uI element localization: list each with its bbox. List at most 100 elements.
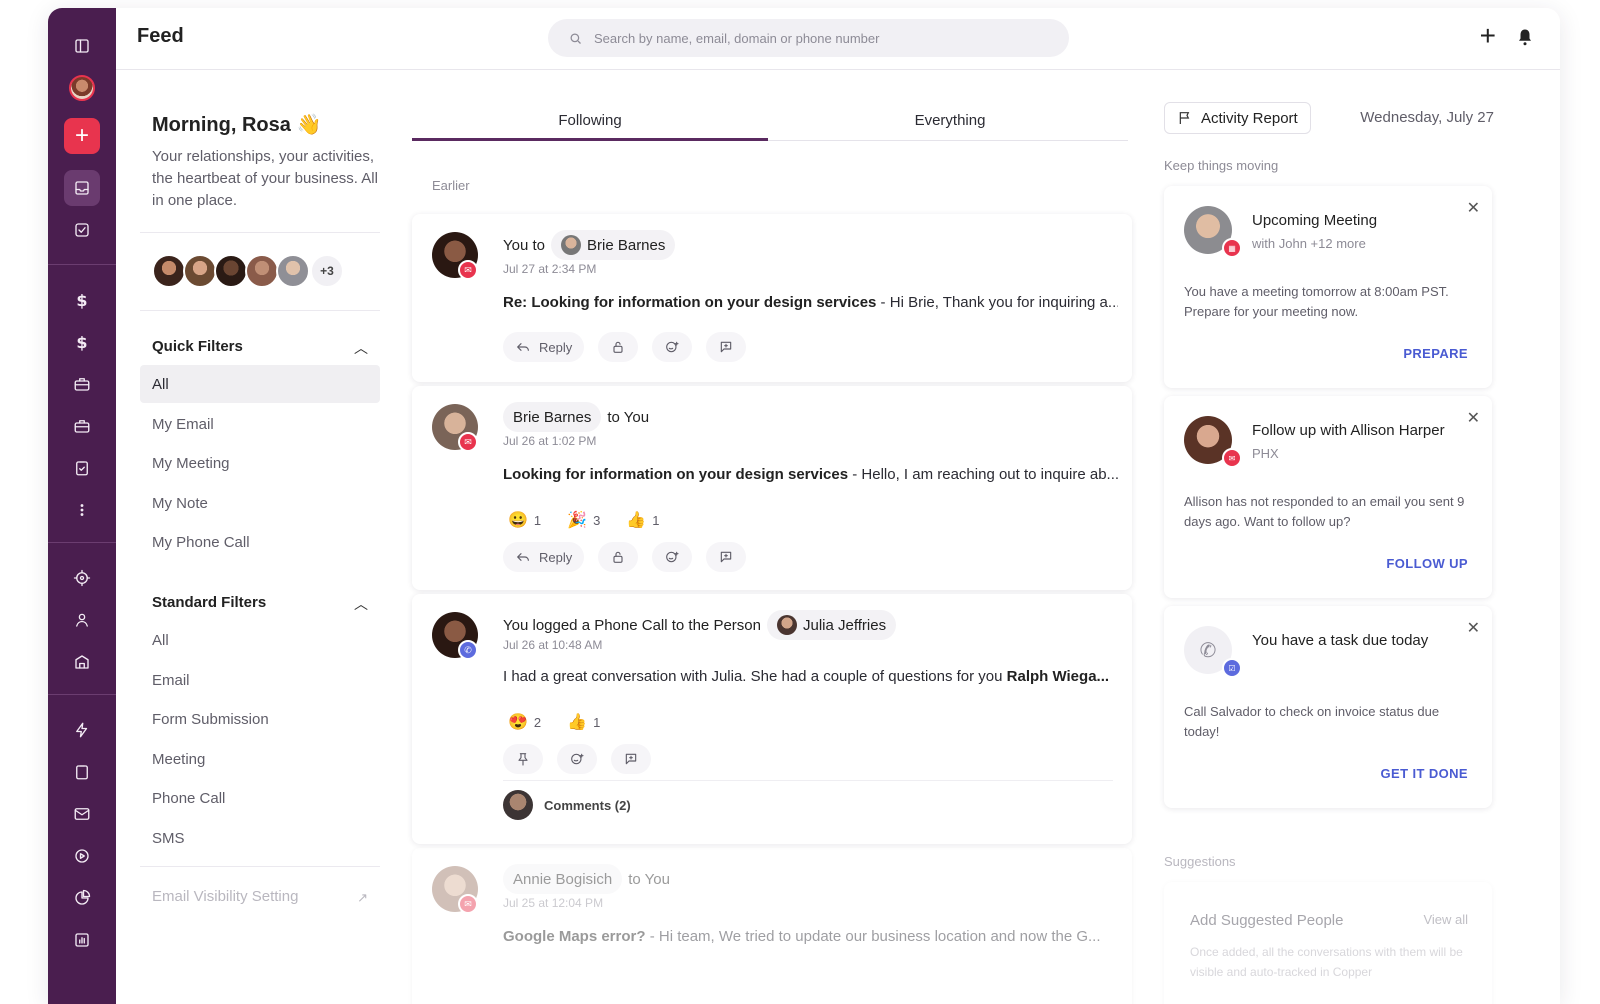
briefcase-icon[interactable] (64, 366, 100, 402)
play-circle-icon[interactable] (64, 838, 100, 874)
clipboard-icon[interactable] (64, 754, 100, 790)
email-badge-icon: ✉ (458, 432, 478, 452)
feed-card-email[interactable]: ✉ Annie Bogisich to You Jul 25 at 12:04 … (412, 848, 1132, 1004)
avatar (245, 254, 279, 288)
quick-filter-my-email[interactable]: My Email (140, 405, 380, 443)
current-date: Wednesday, July 27 (1360, 109, 1494, 126)
briefcase-icon[interactable] (64, 408, 100, 444)
card-subtitle: with John +12 more (1252, 236, 1366, 251)
external-link-icon[interactable]: ↗ (357, 890, 368, 906)
quick-filter-all[interactable]: All (140, 365, 380, 403)
reaction-emoji[interactable]: 👍 (626, 510, 646, 530)
feed-card-email[interactable]: ✉ You to Brie Barnes Jul 27 at 2:34 PM R… (412, 214, 1132, 382)
close-icon[interactable]: ✕ (1467, 408, 1480, 428)
call-note[interactable]: I had a great conversation with Julia. S… (503, 668, 1118, 685)
search-input[interactable]: Search by name, email, domain or phone n… (548, 19, 1069, 57)
close-icon[interactable]: ✕ (1467, 618, 1480, 638)
prepare-button[interactable]: PREPARE (1403, 346, 1468, 361)
lock-icon[interactable] (598, 542, 639, 572)
person-chip[interactable]: Brie Barnes (551, 230, 676, 260)
message-preview[interactable]: Google Maps error? - Hi team, We tried t… (503, 928, 1118, 945)
person-icon[interactable] (64, 602, 100, 638)
reaction-emoji[interactable]: 😍 (508, 712, 528, 732)
bar-chart-icon[interactable] (64, 922, 100, 958)
right-panel: Activity Report Wednesday, July 27 Keep … (1164, 70, 1494, 1004)
dollar-icon[interactable]: $ (64, 282, 100, 318)
app-window: + $ $ Feed Search by name, email, domain… (48, 8, 1560, 1004)
avatar (152, 254, 186, 288)
person-chip[interactable]: Brie Barnes (503, 402, 602, 432)
more-avatars-count[interactable]: +3 (310, 254, 344, 288)
activity-report-button[interactable]: Activity Report (1164, 102, 1311, 134)
lightning-icon[interactable] (64, 712, 100, 748)
standard-filter-form-submission[interactable]: Form Submission (140, 700, 380, 738)
standard-filter-sms[interactable]: SMS (140, 819, 380, 857)
standard-filter-email[interactable]: Email (140, 661, 380, 699)
reaction-count: 1 (593, 714, 601, 730)
building-icon[interactable] (64, 644, 100, 680)
quick-filter-my-meeting[interactable]: My Meeting (140, 444, 380, 482)
person-chip[interactable]: Annie Bogisich (503, 864, 623, 894)
tab-following[interactable]: Following (412, 112, 768, 129)
pie-chart-icon[interactable] (64, 880, 100, 916)
email-visibility-setting-link[interactable]: Email Visibility Setting (152, 888, 298, 905)
dollar-icon[interactable]: $ (64, 324, 100, 360)
avatar (183, 254, 217, 288)
standard-filter-meeting[interactable]: Meeting (140, 740, 380, 778)
clipboard-check-icon[interactable] (64, 450, 100, 486)
feed-card-phone-call[interactable]: ✆ You logged a Phone Call to the Person … (412, 594, 1132, 844)
suggestion-card-task: ✆ ☑ You have a task due today ✕ Call Sal… (1164, 606, 1492, 808)
timestamp: Jul 26 at 1:02 PM (503, 434, 597, 448)
add-plus-icon[interactable]: + (1480, 22, 1496, 50)
lock-icon[interactable] (598, 332, 639, 362)
mail-icon[interactable] (64, 796, 100, 832)
message-preview[interactable]: Looking for information on your design s… (503, 466, 1118, 483)
add-comment-icon[interactable] (706, 542, 747, 572)
target-icon[interactable] (64, 560, 100, 596)
quick-filters-title[interactable]: Quick Filters (152, 338, 243, 355)
reaction-emoji[interactable]: 😀 (508, 510, 528, 530)
add-comment-icon[interactable] (611, 744, 651, 774)
user-avatar[interactable] (64, 70, 100, 106)
more-vertical-icon[interactable] (64, 492, 100, 528)
standard-filters-title[interactable]: Standard Filters (152, 594, 266, 611)
create-plus-button[interactable]: + (64, 118, 100, 154)
get-it-done-button[interactable]: GET IT DONE (1381, 766, 1468, 781)
standard-filter-all[interactable]: All (140, 621, 380, 659)
message-preview[interactable]: Re: Looking for information on your desi… (503, 294, 1118, 311)
add-reaction-icon[interactable] (652, 332, 693, 362)
follow-up-button[interactable]: FOLLOW UP (1386, 556, 1468, 571)
card-suffix: to You (628, 870, 670, 888)
chevron-up-icon[interactable]: ︿ (354, 594, 368, 614)
person-chip[interactable]: Julia Jeffries (766, 610, 897, 640)
quick-filter-my-phone-call[interactable]: My Phone Call (140, 523, 380, 561)
reaction-emoji[interactable]: 👍 (567, 712, 587, 732)
chevron-up-icon[interactable]: ︿ (354, 338, 368, 358)
standard-filter-phone-call[interactable]: Phone Call (140, 779, 380, 817)
bell-icon[interactable] (1516, 27, 1534, 47)
view-all-link[interactable]: View all (1423, 912, 1468, 927)
sidebar-toggle-icon[interactable] (64, 28, 100, 64)
team-avatars[interactable]: +3 (152, 254, 344, 288)
feed-card-email[interactable]: ✉ Brie Barnes to You Jul 26 at 1:02 PM L… (412, 386, 1132, 590)
add-reaction-icon[interactable] (557, 744, 597, 774)
reaction-count: 2 (533, 714, 542, 730)
suggestion-card-meeting: ▦ Upcoming Meeting with John +12 more ✕ … (1164, 186, 1492, 388)
add-reaction-icon[interactable] (652, 542, 693, 572)
top-header: Feed Search by name, email, domain or ph… (116, 8, 1560, 70)
close-icon[interactable]: ✕ (1467, 198, 1480, 218)
reply-button[interactable]: Reply (503, 332, 585, 362)
email-badge-icon: ✉ (458, 260, 478, 280)
inbox-icon[interactable] (64, 170, 100, 206)
report-flag-icon (1179, 112, 1190, 124)
reply-button[interactable]: Reply (503, 542, 585, 572)
card-title: You have a task due today (1252, 632, 1429, 649)
comments-toggle[interactable]: Comments (2) (503, 790, 631, 820)
tab-everything[interactable]: Everything (772, 112, 1128, 129)
quick-filter-my-note[interactable]: My Note (140, 484, 380, 522)
timestamp: Jul 27 at 2:34 PM (503, 262, 597, 276)
reaction-emoji[interactable]: 🎉 (567, 510, 587, 530)
pin-icon[interactable] (503, 744, 543, 774)
add-comment-icon[interactable] (706, 332, 747, 362)
tasks-check-icon[interactable] (64, 212, 100, 248)
